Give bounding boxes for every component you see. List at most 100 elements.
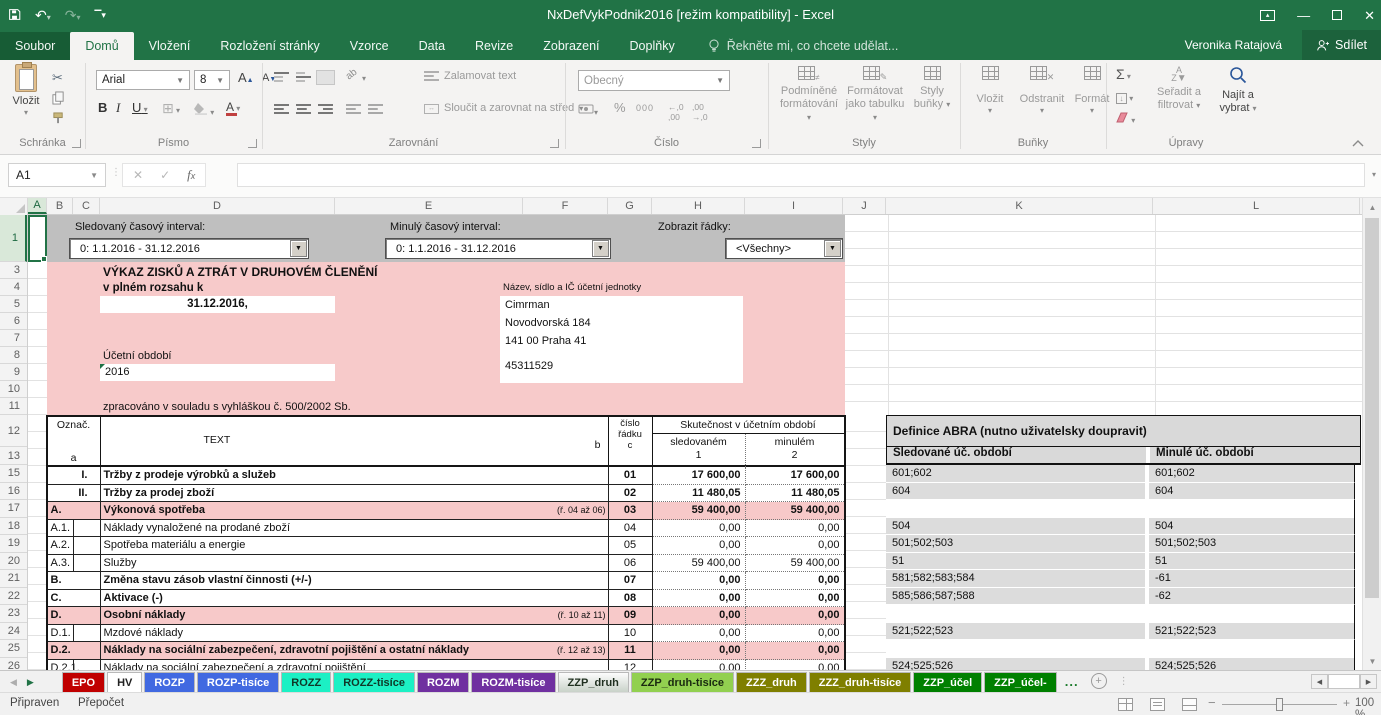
redo-icon[interactable]: ↷▾ <box>65 8 81 22</box>
table-row[interactable]: D.Osobní náklady(ř. 10 až 11)090,000,00 <box>48 607 844 625</box>
row-header-22[interactable]: 22 <box>0 588 27 606</box>
align-left-icon[interactable] <box>274 104 289 115</box>
minimize-icon[interactable]: — <box>1297 9 1310 22</box>
paste-button[interactable]: Vložit ▾ <box>6 64 46 117</box>
ribbon-tab-vložení[interactable]: Vložení <box>134 32 206 60</box>
orientation-icon[interactable]: ab <box>344 67 360 83</box>
align-center-icon[interactable] <box>296 104 311 115</box>
sheet-tab-rozz-tisíce[interactable]: ROZZ-tisíce <box>333 672 415 692</box>
font-dialog-launcher[interactable] <box>248 139 257 148</box>
accounting-format-icon[interactable]: ▾ <box>578 102 598 120</box>
alignment-dialog-launcher[interactable] <box>550 139 559 148</box>
formula-input[interactable] <box>237 163 1365 187</box>
sheet-tab-rozp-tisíce[interactable]: ROZP-tisíce <box>197 672 279 692</box>
zoom-sl ider[interactable] <box>1222 704 1337 705</box>
customize-qat-icon[interactable]: ▔▾ <box>95 11 106 20</box>
wrap-text-button[interactable]: Zalamovat text <box>424 70 516 83</box>
column-header-D[interactable]: D <box>100 198 335 214</box>
abra-row[interactable]: 521;522;523521;522;523 <box>886 623 1361 641</box>
sheet-tab-zzp_účel[interactable]: ZZP_účel <box>913 672 982 692</box>
row-header-23[interactable]: 23 <box>0 605 27 623</box>
abra-row[interactable] <box>886 640 1361 658</box>
table-row[interactable]: D.2.1.Náklady na sociální zabezpečení a … <box>48 660 844 671</box>
row-header-20[interactable]: 20 <box>0 553 27 571</box>
row-header-6[interactable]: 6 <box>0 313 27 330</box>
cut-icon[interactable]: ✂ <box>52 70 63 86</box>
ribbon-display-options-icon[interactable]: ▴ <box>1260 10 1275 21</box>
vertical-scrollbar-thumb[interactable] <box>1365 218 1379 598</box>
sheet-tab-zzp_účel-[interactable]: ZZP_účel- <box>984 672 1057 692</box>
scroll-down-icon[interactable]: ▼ <box>1363 652 1381 670</box>
select-all-corner[interactable] <box>0 198 28 215</box>
current-interval-dropdown[interactable]: 0: 1.1.2016 - 31.12.2016▼ <box>69 238 309 259</box>
fill-down-icon[interactable]: ↓ ▾ <box>1116 88 1133 106</box>
hscroll-left-icon[interactable]: ◀ <box>1311 674 1328 689</box>
abra-row[interactable] <box>886 500 1361 518</box>
zoom-level[interactable]: 100 % <box>1355 697 1381 715</box>
abra-row[interactable]: 604604 <box>886 483 1361 501</box>
sheet-tab-rozm[interactable]: ROZM <box>417 672 469 692</box>
row-header-12[interactable]: 12 <box>0 415 27 447</box>
row-header-16[interactable]: 16 <box>0 483 27 501</box>
table-row[interactable]: A.2.Spotřeba materiálu a energie050,000,… <box>48 537 844 555</box>
sheet-tab-rozp[interactable]: ROZP <box>144 672 195 692</box>
row-header-9[interactable]: 9 <box>0 364 27 381</box>
abra-row[interactable]: 524;525;526524;525;526 <box>886 658 1361 671</box>
column-header-F[interactable]: F <box>523 198 608 214</box>
row-header-5[interactable]: 5 <box>0 296 27 313</box>
delete-cells-button[interactable]: ✕ Odstranit▾ <box>1014 66 1070 115</box>
cell-styles-button[interactable]: Stylybuňky ▾ <box>908 66 956 111</box>
row-header-4[interactable]: 4 <box>0 279 27 296</box>
autosum-icon[interactable]: Σ ▾ <box>1116 66 1131 82</box>
close-icon[interactable]: ✕ <box>1364 9 1375 22</box>
row-header-3[interactable]: 3 <box>0 262 27 279</box>
row-header-1[interactable]: 1 <box>0 215 27 262</box>
ribbon-tab-revize[interactable]: Revize <box>460 32 528 60</box>
sheet-tab-epo[interactable]: EPO <box>62 672 105 692</box>
clipboard-dialog-launcher[interactable] <box>72 139 81 148</box>
percent-icon[interactable]: % <box>614 100 626 115</box>
scroll-up-icon[interactable]: ▲ <box>1363 198 1381 216</box>
increase-font-icon[interactable]: A▲ <box>238 70 254 85</box>
table-row[interactable]: I.Tržby z prodeje výrobků a služeb0117 6… <box>48 467 844 485</box>
abra-row[interactable]: 501;502;503501;502;503 <box>886 535 1361 553</box>
table-row[interactable]: D.2.Náklady na sociální zabezpečení, zdr… <box>48 642 844 660</box>
italic-icon[interactable]: I <box>116 100 120 116</box>
format-cells-button[interactable]: Formát▾ <box>1070 66 1114 115</box>
underline-icon[interactable]: U ▾ <box>132 100 148 115</box>
abra-row[interactable]: 581;582;583;584-61 <box>886 570 1361 588</box>
horizontal-scrollbar-thumb[interactable] <box>1328 674 1360 689</box>
sort-filter-button[interactable]: AZ▼ Seřadit afiltrovat ▾ <box>1152 66 1206 112</box>
sheet-tab-rozz[interactable]: ROZZ <box>281 672 331 692</box>
ribbon-tab-soubor[interactable]: Soubor <box>0 32 70 60</box>
row-header-15[interactable]: 15 <box>0 465 27 483</box>
tell-me-box[interactable]: Řekněte mi, co chcete udělat... <box>708 32 899 60</box>
ribbon-tab-vzorce[interactable]: Vzorce <box>335 32 404 60</box>
past-interval-dropdown[interactable]: 0: 1.1.2016 - 31.12.2016▼ <box>385 238 611 259</box>
row-header-21[interactable]: 21 <box>0 570 27 588</box>
enter-icon[interactable]: ✓ <box>160 168 170 182</box>
user-name[interactable]: Veronika Ratajová <box>1185 38 1282 52</box>
insert-function-icon[interactable]: fx <box>187 167 195 183</box>
table-row[interactable]: A.3.Služby0659 400,0059 400,00 <box>48 555 844 573</box>
column-header-C[interactable]: C <box>73 198 100 214</box>
row-header-25[interactable]: 25 <box>0 640 27 658</box>
align-middle-icon[interactable] <box>296 72 311 83</box>
sheet-tab-zzz_druh-tisíce[interactable]: ZZZ_druh-tisíce <box>809 672 912 692</box>
row-header-26[interactable]: 26 <box>0 658 27 671</box>
name-box[interactable]: A1 ▼ <box>8 163 106 187</box>
column-header-J[interactable]: J <box>843 198 886 214</box>
table-row[interactable]: A.1.Náklady vynaložené na prodané zboží0… <box>48 520 844 538</box>
number-dialog-launcher[interactable] <box>752 139 761 148</box>
row-header-11[interactable]: 11 <box>0 398 27 415</box>
row-header-10[interactable]: 10 <box>0 381 27 398</box>
clear-icon[interactable]: ▾ <box>1116 110 1135 128</box>
row-header-17[interactable]: 17 <box>0 500 27 518</box>
column-header-E[interactable]: E <box>335 198 523 214</box>
format-painter-icon[interactable] <box>52 112 65 130</box>
expand-formula-bar-icon[interactable]: ▾ <box>1372 170 1376 179</box>
bold-icon[interactable]: B <box>98 100 107 115</box>
active-cell-a1[interactable] <box>28 215 47 262</box>
table-row[interactable]: D.1.Mzdové náklady100,000,00 <box>48 625 844 643</box>
ribbon-tab-domů[interactable]: Domů <box>70 32 133 60</box>
